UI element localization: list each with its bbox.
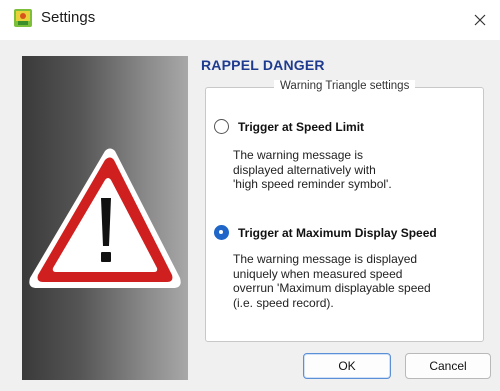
radio-label-speed-limit: Trigger at Speed Limit [238,119,365,134]
option-description-speed-limit: The warning message is displayed alterna… [233,148,392,191]
close-button[interactable] [460,0,500,40]
title-bar: Settings [0,0,500,40]
close-icon [474,14,486,26]
ok-button[interactable]: OK [303,353,391,379]
option-description-max-display-speed: The warning message is displayed uniquel… [233,252,431,310]
settings-dialog: Settings RAPPEL DANGER Warning Triangle … [0,0,500,391]
radio-button-speed-limit[interactable] [214,119,229,134]
window-title: Settings [41,9,96,26]
group-legend: Warning Triangle settings [274,80,416,92]
warning-triangle-settings-group: Warning Triangle settings Trigger at Spe… [205,80,484,342]
warning-illustration [22,56,188,380]
radio-trigger-max-display-speed[interactable]: Trigger at Maximum Display Speed [214,225,437,240]
cancel-button[interactable]: Cancel [405,353,491,379]
section-title: RAPPEL DANGER [201,57,325,73]
radio-button-max-display-speed[interactable] [214,225,229,240]
app-settings-icon [14,9,32,27]
radio-label-max-display-speed: Trigger at Maximum Display Speed [238,225,437,240]
radio-trigger-speed-limit[interactable]: Trigger at Speed Limit [214,119,364,134]
